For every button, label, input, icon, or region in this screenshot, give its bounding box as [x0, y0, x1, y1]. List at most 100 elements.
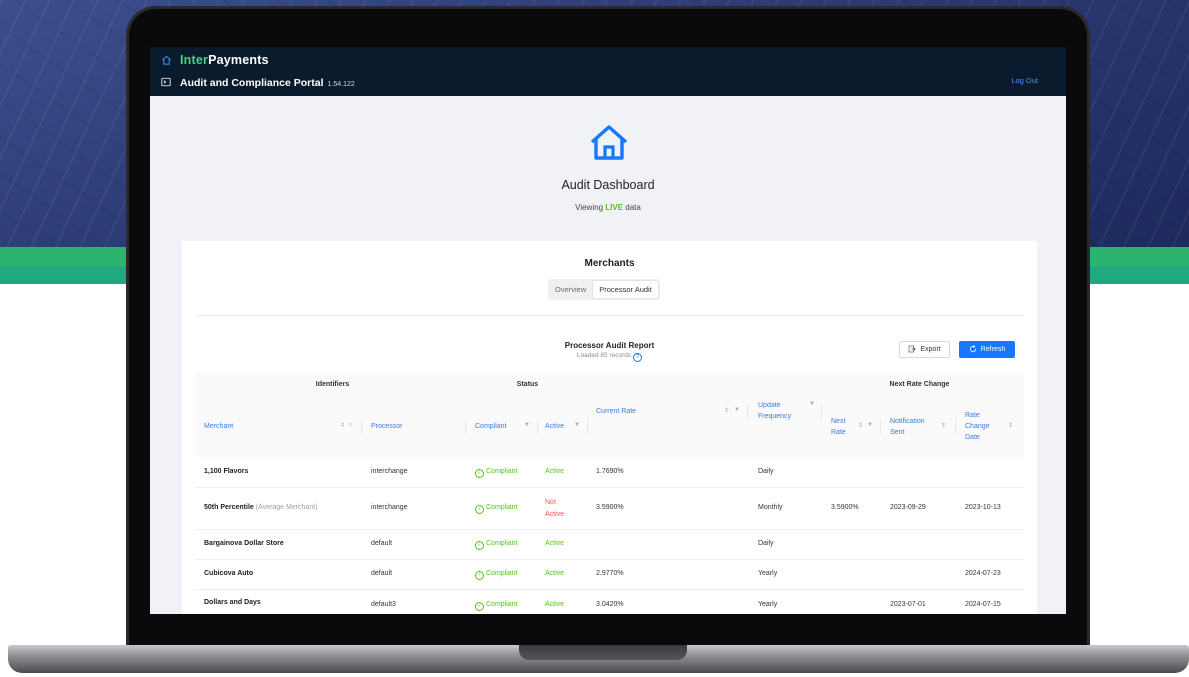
sort-icon[interactable]: ⇕	[724, 407, 729, 414]
group-identifiers: Identifiers	[315, 381, 350, 388]
cell-processor: interchange	[371, 504, 408, 511]
divider	[195, 315, 1024, 316]
refresh-button[interactable]: Refresh	[959, 341, 1015, 358]
cell-active: Active	[545, 540, 565, 547]
filter-icon[interactable]: ▼	[734, 407, 740, 413]
app-screen: InterPayments Audit and Compliance Porta…	[150, 47, 1066, 614]
cell-processor: default	[371, 540, 393, 547]
portal-row: Audit and Compliance Portal 1.54.122	[161, 74, 355, 92]
cell-processor: interchange	[371, 468, 408, 475]
laptop-notch	[519, 645, 687, 660]
column-separator	[955, 419, 956, 433]
check-circle-icon: ✓	[475, 469, 484, 478]
logout-link[interactable]: Log Out	[1011, 76, 1038, 85]
merchants-title: Merchants	[584, 258, 635, 269]
cell-active: Active	[545, 570, 565, 577]
col-processor[interactable]: Processor	[371, 421, 403, 432]
brand-logo: InterPayments	[180, 53, 269, 67]
cell-update-frequency: Daily	[758, 468, 774, 475]
col-compliant[interactable]: Compliant	[475, 421, 507, 432]
col-current-rate[interactable]: Current Rate	[596, 406, 636, 417]
live-data-status: Viewing LIVE data	[575, 203, 641, 212]
cell-notification-sent: 2023-09-29	[890, 504, 926, 511]
cell-compliant: ✓ Compliant	[475, 540, 518, 550]
table-row[interactable]: Bargainova Dollar Store default ✓ Complia…	[195, 529, 1024, 560]
column-separator	[361, 419, 362, 433]
column-separator	[747, 404, 748, 418]
export-label: Export	[920, 346, 941, 353]
cell-merchant: 1,100 Flavors	[204, 468, 249, 475]
app-version: 1.54.122	[327, 81, 355, 88]
cell-compliant: ✓ Compliant	[475, 570, 518, 580]
cell-active: Not Active	[545, 499, 565, 518]
table-header: Identifiers Status Next Rate Change Merc…	[195, 372, 1024, 457]
cell-active: Active	[545, 601, 565, 608]
column-separator	[537, 419, 538, 433]
cell-notification-sent: 2023-07-01	[890, 601, 926, 608]
export-icon	[908, 345, 917, 355]
table-row[interactable]: Cubicova Auto default ✓ Compliant Active …	[195, 559, 1024, 590]
cell-next-rate: 3.5900%	[831, 504, 859, 511]
tab-processor-audit[interactable]: Processor Audit	[592, 280, 659, 299]
home-icon[interactable]	[161, 55, 172, 66]
col-merchant[interactable]: Merchant	[204, 421, 233, 432]
column-separator	[880, 419, 881, 433]
cell-merchant: Dollars and Days	[204, 599, 261, 606]
cell-merchant: Cubicova Auto	[204, 570, 254, 577]
sort-icon[interactable]: ⇕	[941, 422, 946, 429]
check-circle-icon: ✓	[475, 541, 484, 550]
table-row[interactable]: 1,100 Flavors interchange ✓ Compliant Act…	[195, 457, 1024, 488]
cell-current-rate: 1.7690%	[596, 468, 624, 475]
cell-rate-change-date: 2024-07-15	[965, 601, 1001, 608]
column-separator	[821, 404, 822, 418]
merchants-card: Merchants Overview Processor Audit Proce…	[182, 241, 1037, 614]
table-row[interactable]: Dollars and Days default3 ✓ Compliant Act…	[195, 589, 1024, 614]
cell-compliant: ✓ Compliant	[475, 468, 518, 478]
portal-title: Audit and Compliance Portal 1.54.122	[180, 77, 355, 89]
group-status: Status	[516, 381, 539, 388]
live-badge: LIVE	[605, 203, 624, 212]
sort-icon[interactable]: ⇕	[1008, 422, 1013, 429]
info-icon[interactable]: ?	[633, 353, 643, 362]
cell-processor: default	[371, 570, 393, 577]
page-title: Audit Dashboard	[561, 178, 655, 192]
col-notification-sent[interactable]: Notification Sent	[890, 416, 925, 438]
filter-icon[interactable]: ▼	[524, 422, 530, 428]
cell-compliant: ✓ Compliant	[475, 504, 518, 514]
col-active[interactable]: Active	[545, 421, 564, 432]
cell-current-rate: 3.0420%	[596, 601, 624, 608]
brand-row[interactable]: InterPayments	[161, 53, 269, 67]
merchants-tabs: Overview Processor Audit	[548, 279, 660, 300]
col-update-frequency[interactable]: Update Frequency	[758, 400, 791, 422]
filter-icon[interactable]: ▼	[574, 422, 580, 428]
col-rate-change-date[interactable]: Rate Change Date	[965, 410, 990, 443]
column-separator	[587, 419, 588, 433]
cell-active: Active	[545, 468, 565, 475]
sort-icon[interactable]: ⇕	[858, 422, 863, 429]
filter-icon[interactable]: ▼	[867, 422, 873, 428]
table-row[interactable]: 50th Percentile (Average Merchant) inter…	[195, 487, 1024, 530]
cell-current-rate: 3.5900%	[596, 504, 624, 511]
terminal-icon	[161, 74, 171, 92]
refresh-icon	[969, 344, 977, 355]
column-separator	[465, 419, 466, 433]
cell-current-rate: 2.9770%	[596, 570, 624, 577]
sort-icon[interactable]: ⇕	[340, 422, 345, 429]
col-next-rate[interactable]: Next Rate	[831, 416, 846, 438]
cell-rate-change-date: 2024-07-23	[965, 570, 1001, 577]
cell-rate-change-date: 2023-10-13	[965, 504, 1001, 511]
refresh-label: Refresh	[980, 346, 1006, 353]
group-next-rate-change: Next Rate Change	[889, 381, 950, 388]
export-button[interactable]: Export	[899, 341, 950, 358]
filter-icon[interactable]: ▼	[809, 401, 815, 407]
app-header: InterPayments Audit and Compliance Porta…	[150, 47, 1066, 96]
cell-update-frequency: Yearly	[758, 601, 778, 608]
check-circle-icon: ✓	[475, 571, 484, 580]
search-icon[interactable]: ⌕	[349, 422, 352, 429]
tab-overview[interactable]: Overview	[549, 280, 592, 299]
cell-update-frequency: Daily	[758, 540, 774, 547]
cell-merchant: Bargainova Dollar Store	[204, 540, 284, 547]
cell-merchant: 50th Percentile (Average Merchant)	[204, 504, 318, 511]
merchant-note: (Average Merchant)	[255, 504, 318, 511]
cell-processor: default3	[371, 601, 396, 608]
